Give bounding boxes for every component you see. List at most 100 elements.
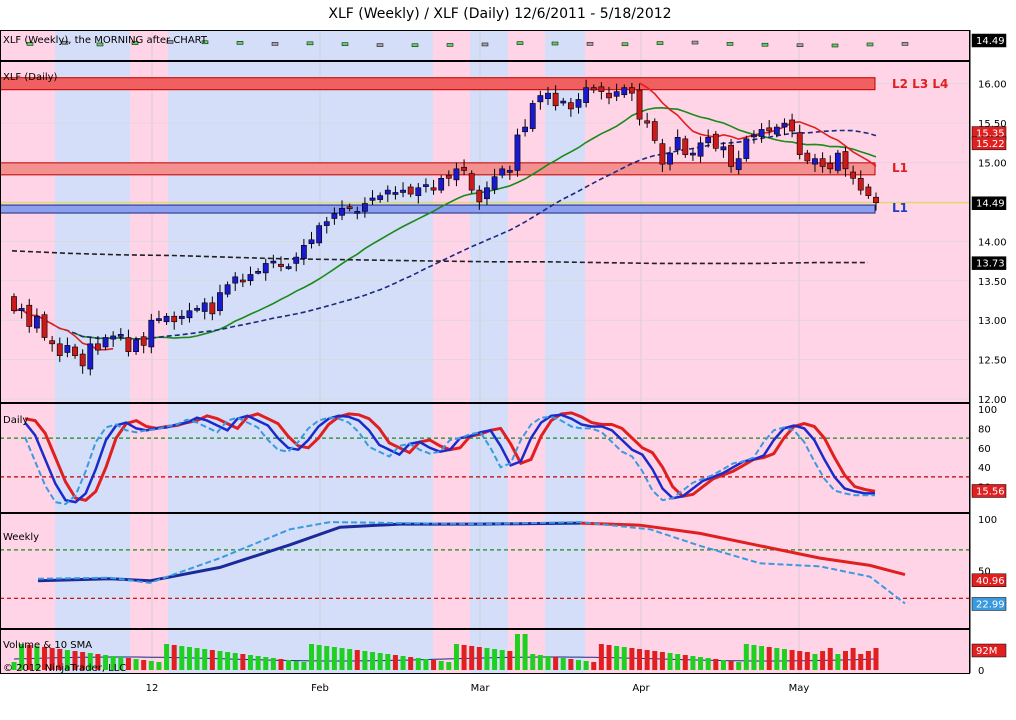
candle-body [346, 206, 353, 209]
candle-body [56, 343, 63, 356]
candle-body [239, 279, 246, 283]
weekly-stoch-label: Weekly [3, 532, 39, 543]
volume-bar [507, 651, 513, 670]
zone-label-l2-l3-l4: L2 L3 L4 [892, 77, 948, 91]
candle-body [270, 260, 277, 264]
candle-body [201, 302, 208, 312]
volume-bar [209, 650, 215, 670]
volume-bar [431, 660, 437, 670]
chart-title: XLF (Weekly) / XLF (Daily) 12/6/2011 - 5… [328, 6, 671, 22]
candle-body [178, 315, 185, 319]
candle-body [438, 177, 445, 191]
candle-body [781, 122, 788, 128]
volume-bar [682, 655, 688, 670]
volume-bar [232, 653, 238, 670]
weekly-strip-candle [481, 42, 489, 47]
volume-bar [438, 661, 444, 670]
candle-body [728, 144, 734, 167]
candle-body [316, 225, 323, 244]
volume-bar [675, 654, 681, 670]
volume-bar [629, 648, 635, 670]
value-flag-text: 13.73 [976, 259, 1005, 270]
candle-body [453, 168, 460, 181]
volume-bar [797, 651, 803, 670]
volume-bar [842, 651, 848, 670]
volume-bar [301, 662, 307, 670]
volume-bar [720, 660, 726, 670]
copyright-text: © 2012 NinjaTrader, LLC [3, 663, 126, 674]
volume-bar [415, 658, 421, 670]
volume-bar [743, 644, 749, 670]
volume-bar [484, 648, 490, 670]
daily-stoch-tick: 100 [978, 405, 997, 416]
candle-body [682, 138, 689, 155]
candle-body [476, 189, 483, 203]
candle-body [819, 158, 826, 167]
volume-bar [736, 662, 742, 670]
candle-body [499, 168, 506, 176]
volume-bar [774, 648, 780, 670]
bg-band-3 [168, 30, 433, 673]
volume-bar [804, 652, 810, 670]
volume-bar [408, 657, 414, 670]
price-tick-label: 16.00 [978, 80, 1007, 91]
volume-bar [759, 646, 765, 670]
candle-body [834, 152, 841, 171]
volume-tick-zero: 0 [978, 666, 984, 677]
daily-stoch-tick: 60 [978, 444, 991, 455]
weekly-strip-candle [341, 42, 349, 46]
candle-body [323, 221, 330, 226]
candle-body [720, 146, 727, 151]
candle-body [628, 87, 635, 94]
volume-bar [583, 661, 589, 670]
candle-body [33, 315, 40, 329]
candle-body [362, 203, 368, 212]
value-flag-text: 22.99 [976, 599, 1005, 610]
candle-body [865, 186, 872, 196]
volume-bar [705, 658, 711, 670]
volume-bar [835, 654, 841, 670]
candle-body [484, 187, 490, 200]
candle-body [445, 174, 452, 179]
volume-bar [820, 651, 826, 670]
volume-bar [461, 645, 467, 670]
candle-body [575, 99, 582, 108]
volume-bar [621, 647, 627, 670]
volume-bar [255, 656, 261, 670]
candle-body [87, 343, 94, 370]
price-tick-label: 12.50 [978, 356, 1007, 367]
candle-body [163, 315, 170, 323]
candle-body [751, 134, 757, 138]
volume-bar [171, 645, 177, 670]
candle-body [209, 302, 216, 315]
background-layer [0, 30, 970, 673]
volume-bar [217, 651, 223, 670]
volume-bar [568, 659, 574, 670]
candle-body [194, 308, 200, 311]
weekly-strip-candle [446, 43, 454, 47]
candle-body [384, 189, 391, 195]
volume-bar [492, 649, 498, 670]
candle-body [186, 310, 193, 319]
candle-body [560, 100, 567, 104]
candle-body [300, 244, 307, 259]
candle-body [667, 152, 673, 165]
candle-body [857, 177, 864, 191]
zone-l1-upper [0, 162, 876, 176]
bg-band-5 [470, 30, 508, 673]
volume-bar [370, 652, 376, 670]
candle-body [217, 292, 223, 312]
candle-body [247, 274, 254, 282]
volume-bar [316, 645, 322, 670]
candle-body [79, 353, 86, 367]
volume-bar [125, 658, 131, 670]
volume-bar [240, 654, 246, 670]
volume-bar [278, 659, 284, 670]
volume-bar [194, 648, 200, 670]
volume-bar [446, 662, 452, 670]
candle-body [140, 336, 147, 346]
candle-body [583, 87, 590, 103]
candle-body [690, 152, 696, 156]
candle-body [133, 339, 139, 353]
candle-body [873, 196, 879, 204]
